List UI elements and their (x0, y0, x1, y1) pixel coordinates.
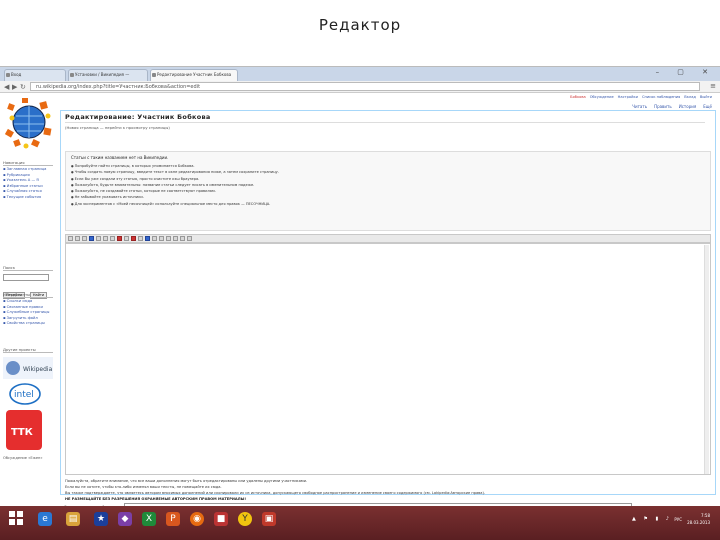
back-icon[interactable]: ◀ (4, 83, 9, 91)
yandex-icon[interactable]: Y (238, 512, 252, 526)
reload-icon[interactable]: ↻ (20, 83, 26, 91)
favicon-icon (152, 73, 156, 77)
clock-date: 28.03.2013 (687, 520, 710, 525)
favicon-icon (6, 73, 10, 77)
app-icon[interactable]: ■ (214, 512, 228, 526)
browser-tab-3[interactable]: Редактирование Участник Бобкова (150, 69, 238, 81)
visual-studio-icon[interactable]: ◆ (118, 512, 132, 526)
forward-icon[interactable]: ▶ (12, 83, 17, 91)
favicon-icon (70, 73, 74, 77)
lower-edit-controls: Описание изменений: Вики Кириллица Латин… (0, 93, 720, 536)
lower-content: Описание изменений: Вики Кириллица Латин… (60, 109, 716, 536)
system-clock[interactable]: РУС 7:58 28.03.2013 (674, 512, 710, 526)
eu-flag-icon[interactable]: ★ (94, 512, 108, 526)
tray-icons[interactable]: ▲ ⚑ ▮ ♪ (632, 516, 672, 522)
powerpoint-icon[interactable]: P (166, 512, 180, 526)
address-bar: ◀ ▶ ↻ ru.wikipedia.org/index.php?title=У… (0, 81, 720, 93)
browser-tab-2[interactable]: Установки / Википедия — (68, 69, 148, 81)
excel-icon[interactable]: X (142, 512, 156, 526)
clock-time: 7:58 (701, 513, 710, 518)
url-input[interactable]: ru.wikipedia.org/index.php?title=Участни… (30, 82, 700, 91)
windows-taskbar: e ▤ ★ ◆ X P ◉ ■ Y ▣ ▲ ⚑ ▮ ♪ РУС 7:58 28.… (0, 506, 720, 540)
firefox-icon[interactable]: ◉ (190, 512, 204, 526)
browser-tab-1[interactable]: Вход (4, 69, 66, 81)
window-controls[interactable]: – ▢ ✕ (656, 68, 716, 76)
explorer-icon[interactable]: ▤ (66, 512, 80, 526)
start-windows-icon[interactable] (8, 510, 24, 526)
tray-lang: РУС (674, 517, 682, 522)
app-icon-2[interactable]: ▣ (262, 512, 276, 526)
browser-tab-bar: Вход Установки / Википедия — Редактирова… (0, 67, 720, 81)
ie-icon[interactable]: e (38, 512, 52, 526)
copyright-warning: НЕ РАЗМЕЩАЙТЕ БЕЗ РАЗРЕШЕНИЯ ОХРАНЯЕМЫЕ … (65, 497, 247, 501)
menu-icon[interactable]: ≡ (710, 82, 716, 90)
slide-title: Редактор (318, 16, 402, 34)
